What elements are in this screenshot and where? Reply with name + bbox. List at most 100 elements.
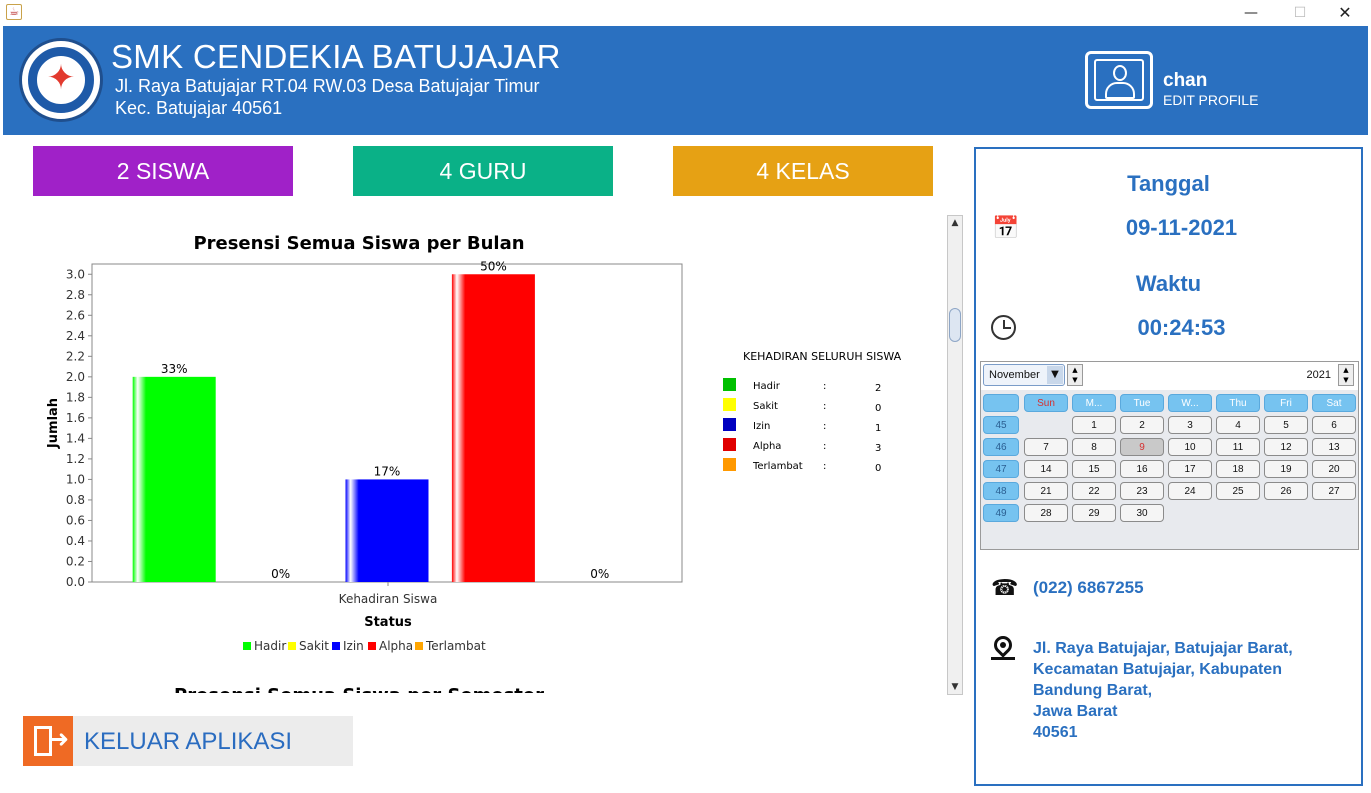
calendar-day[interactable]: 18	[1216, 460, 1260, 478]
next-chart-title: Presensi Semua Siswa per Semester	[174, 685, 544, 693]
calendar-day[interactable]: 30	[1120, 504, 1164, 522]
exit-door-icon: ➜	[23, 716, 73, 766]
chart-scrollbar[interactable]: ▲ ▼	[947, 215, 963, 695]
y-tick-label: 1.0	[66, 472, 85, 486]
calendar-day[interactable]: 10	[1168, 438, 1212, 456]
calendar-day[interactable]: 1	[1072, 416, 1116, 434]
legend-swatch	[288, 642, 296, 650]
calendar-day[interactable]: 17	[1168, 460, 1212, 478]
side-legend-count: 3	[875, 443, 881, 454]
side-legend-title: KEHADIRAN SELURUH SISWA	[743, 350, 902, 363]
address-line: Kecamatan Batujajar, Kabupaten	[1033, 661, 1282, 678]
maximize-button[interactable]: ☐	[1277, 0, 1323, 26]
calendar-day[interactable]: 11	[1216, 438, 1260, 456]
x-category-label: Kehadiran Siswa	[339, 592, 438, 606]
side-legend-name: Hadir	[753, 381, 781, 392]
legend-swatch	[332, 642, 340, 650]
day-header: M...	[1072, 394, 1116, 412]
calendar-day[interactable]: 24	[1168, 482, 1212, 500]
scroll-down-arrow-icon[interactable]: ▼	[948, 680, 962, 694]
y-tick-label: 2.2	[66, 349, 85, 363]
y-tick-label: 2.6	[66, 308, 85, 322]
legend-swatch	[415, 642, 423, 650]
month-spinner[interactable]: ▲ ▼	[1067, 364, 1083, 386]
calendar-week-row: 45 1 2 3 4 5 6	[983, 416, 1358, 436]
stat-guru-card[interactable]: 4 GURU	[353, 146, 613, 196]
calendar-week-row: 49 28 29 30	[983, 504, 1358, 524]
side-legend-count: 0	[875, 403, 881, 414]
calendar-day[interactable]: 13	[1312, 438, 1356, 456]
attendance-chart: Presensi Semua Siswa per Bulan 0.0 0.2 0.4 0…	[46, 233, 902, 693]
bar-hadir	[132, 376, 216, 582]
exit-app-button[interactable]: ➜ KELUAR APLIKASI	[23, 716, 353, 766]
scroll-thumb[interactable]	[949, 308, 961, 342]
y-tick-label: 0.0	[66, 575, 85, 589]
calendar-day[interactable]: 16	[1120, 460, 1164, 478]
week-number: 48	[983, 482, 1019, 500]
school-name: SMK CENDEKIA BATUJAJAR	[111, 38, 561, 75]
calendar-day[interactable]: 2	[1120, 416, 1164, 434]
week-header	[983, 394, 1019, 412]
calendar-day[interactable]: 15	[1072, 460, 1116, 478]
side-legend-swatch	[723, 458, 736, 471]
legend-swatch	[243, 642, 251, 650]
calendar-day[interactable]: 21	[1024, 482, 1068, 500]
side-legend-sep: :	[823, 421, 826, 432]
calendar-week-row: 48 21 22 23 24 25 26 27	[983, 482, 1358, 502]
bar-data-label: 50%	[480, 259, 507, 273]
calendar-day[interactable]: 7	[1024, 438, 1068, 456]
side-legend-count: 0	[875, 463, 881, 474]
java-icon: ☕	[6, 4, 22, 20]
scroll-up-arrow-icon[interactable]: ▲	[948, 216, 962, 230]
calendar-day[interactable]: 19	[1264, 460, 1308, 478]
stat-siswa-card[interactable]: 2 SISWA	[33, 146, 293, 196]
calendar-day[interactable]: 8	[1072, 438, 1116, 456]
calendar-day[interactable]: 4	[1216, 416, 1260, 434]
calendar-day[interactable]: 28	[1024, 504, 1068, 522]
bar-izin	[345, 479, 429, 582]
side-legend-count: 1	[875, 423, 881, 434]
year-field[interactable]: 2021	[1085, 364, 1335, 386]
calendar-day[interactable]: 22	[1072, 482, 1116, 500]
calendar-day-today[interactable]: 9	[1120, 438, 1164, 456]
day-header: W...	[1168, 394, 1212, 412]
y-tick-label: 0.2	[66, 554, 85, 568]
chart-scroll-panel[interactable]: Presensi Semua Siswa per Bulan 0.0 0.2 0.4 0…	[30, 213, 945, 693]
calendar-day[interactable]: 25	[1216, 482, 1260, 500]
calendar-day[interactable]: 5	[1264, 416, 1308, 434]
address-line: Bandung Barat,	[1033, 682, 1153, 699]
side-legend-swatch	[723, 378, 736, 391]
legend-label: Alpha	[379, 639, 413, 653]
calendar-day[interactable]: 27	[1312, 482, 1356, 500]
side-legend-swatch	[723, 398, 736, 411]
y-tick-label: 2.4	[66, 329, 85, 343]
info-panel: Tanggal 📅 09-11-2021 Waktu 00:24:53 Nove…	[974, 147, 1363, 786]
day-header: Thu	[1216, 394, 1260, 412]
y-tick-label: 3.0	[66, 267, 85, 281]
chevron-down-icon[interactable]: ▼	[1047, 366, 1063, 384]
week-number: 49	[983, 504, 1019, 522]
calendar-day[interactable]: 14	[1024, 460, 1068, 478]
month-select[interactable]: November ▼	[983, 364, 1065, 386]
calendar-day[interactable]: 23	[1120, 482, 1164, 500]
bar-data-label: 33%	[161, 362, 188, 376]
stat-kelas-card[interactable]: 4 KELAS	[673, 146, 933, 196]
legend-label: Izin	[343, 639, 364, 653]
minimize-button[interactable]: —	[1228, 0, 1274, 26]
edit-profile-link[interactable]: EDIT PROFILE	[1163, 92, 1258, 108]
profile-icon[interactable]	[1085, 51, 1153, 109]
calendar-day[interactable]: 26	[1264, 482, 1308, 500]
calendar-day[interactable]: 6	[1312, 416, 1356, 434]
calendar-day[interactable]: 3	[1168, 416, 1212, 434]
time-value: 00:24:53	[1137, 315, 1226, 340]
calendar-day[interactable]: 20	[1312, 460, 1356, 478]
y-tick-label: 1.8	[66, 390, 85, 404]
week-number: 47	[983, 460, 1019, 478]
address-line: Jawa Barat	[1033, 703, 1118, 720]
day-header: Tue	[1120, 394, 1164, 412]
year-spinner[interactable]: ▲ ▼	[1338, 364, 1354, 386]
calendar-day[interactable]: 29	[1072, 504, 1116, 522]
y-tick-label: 0.6	[66, 513, 85, 527]
close-button[interactable]: ✕	[1322, 0, 1368, 26]
calendar-day[interactable]: 12	[1264, 438, 1308, 456]
